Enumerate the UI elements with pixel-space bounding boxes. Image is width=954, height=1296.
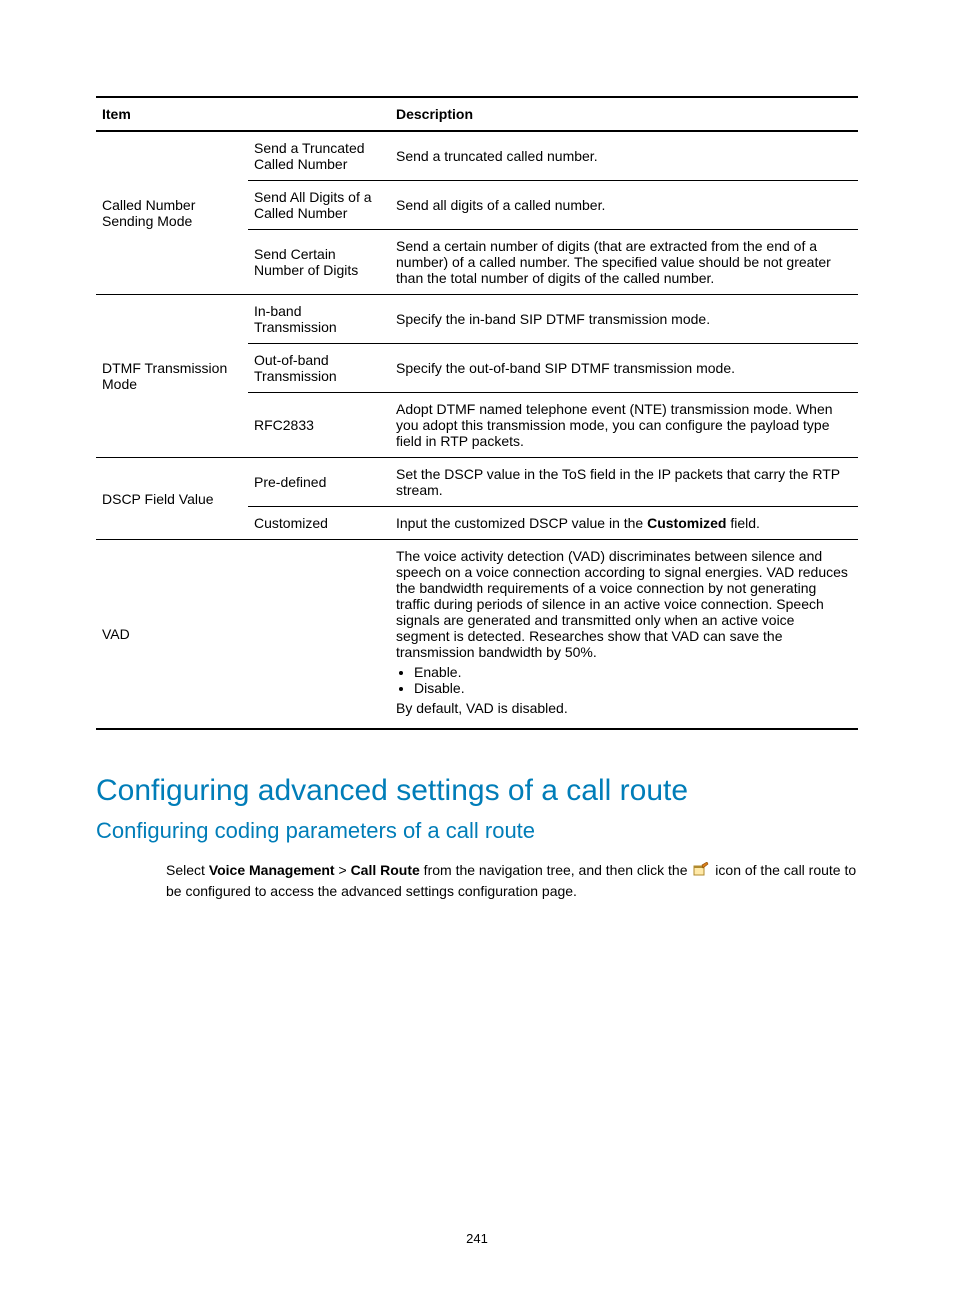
desc-cell: Send all digits of a called number. [390,181,858,230]
item-cell: VAD [96,540,390,730]
settings-table: Item Description Called Number Sending M… [96,96,858,730]
desc-cell: The voice activity detection (VAD) discr… [390,540,858,730]
vad-bullet-list: Enable. Disable. [414,664,852,696]
item-cell: DTMF Transmission Mode [96,295,248,458]
body-paragraph: Select Voice Management > Call Route fro… [166,860,858,902]
body-text: > [335,862,351,878]
desc-cell: Input the customized DSCP value in the C… [390,507,858,540]
param-cell: Send a Truncated Called Number [248,131,390,181]
vad-paragraph: The voice activity detection (VAD) discr… [396,548,852,660]
table-row: Called Number Sending Mode Send a Trunca… [96,131,858,181]
desc-cell: Specify the out-of-band SIP DTMF transmi… [390,344,858,393]
desc-text: Input the customized DSCP value in the [396,515,647,531]
param-cell: Send All Digits of a Called Number [248,181,390,230]
item-cell: DSCP Field Value [96,458,248,540]
desc-cell: Adopt DTMF named telephone event (NTE) t… [390,393,858,458]
body-text: from the navigation tree, and then click… [420,862,692,878]
desc-text: field. [726,515,759,531]
desc-cell: Set the DSCP value in the ToS field in t… [390,458,858,507]
header-desc: Description [390,97,858,131]
table-row: VAD The voice activity detection (VAD) d… [96,540,858,730]
desc-bold: Customized [647,515,726,531]
param-cell: Customized [248,507,390,540]
nav-item-bold: Voice Management [209,862,335,878]
edit-icon [693,861,709,881]
table-row: DTMF Transmission Mode In-band Transmiss… [96,295,858,344]
body-text: Select [166,862,209,878]
item-cell: Called Number Sending Mode [96,131,248,295]
param-cell: Out-of-band Transmission [248,344,390,393]
heading-main: Configuring advanced settings of a call … [96,774,858,808]
document-page: Item Description Called Number Sending M… [0,0,954,1296]
vad-trailer: By default, VAD is disabled. [396,700,852,716]
param-cell: RFC2833 [248,393,390,458]
table-row: DSCP Field Value Pre-defined Set the DSC… [96,458,858,507]
header-item: Item [96,97,390,131]
desc-cell: Send a certain number of digits (that ar… [390,230,858,295]
param-cell: Send Certain Number of Digits [248,230,390,295]
vad-bullet: Disable. [414,680,852,696]
param-cell: In-band Transmission [248,295,390,344]
nav-item-bold: Call Route [351,862,420,878]
table-header-row: Item Description [96,97,858,131]
page-number: 241 [0,1231,954,1246]
heading-sub: Configuring coding parameters of a call … [96,818,858,844]
param-cell: Pre-defined [248,458,390,507]
desc-cell: Specify the in-band SIP DTMF transmissio… [390,295,858,344]
desc-cell: Send a truncated called number. [390,131,858,181]
vad-bullet: Enable. [414,664,852,680]
